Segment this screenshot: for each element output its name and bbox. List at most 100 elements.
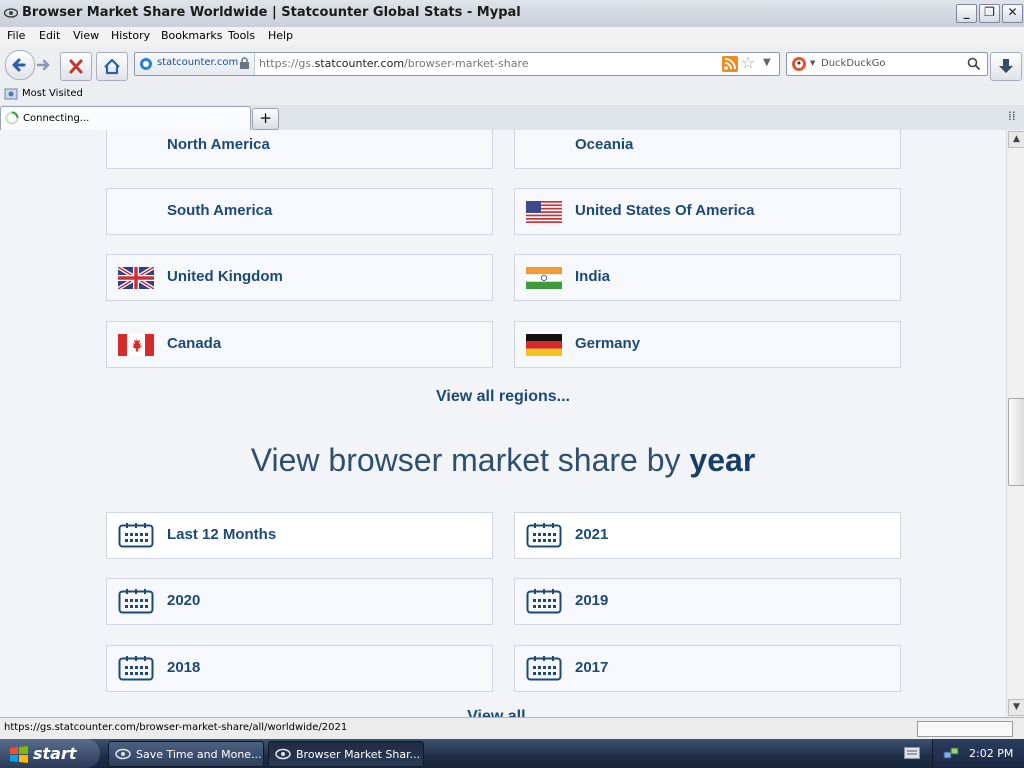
region-label: United Kingdom (167, 268, 283, 285)
calendar-icon (118, 656, 154, 681)
address-bar[interactable]: statcounter.com https://gs.statcounter.c… (134, 52, 780, 76)
back-arrow-icon (12, 58, 26, 72)
url-history-dropdown-icon[interactable]: ▼ (763, 57, 771, 68)
site-favicon-icon (140, 58, 152, 70)
downloads-button[interactable] (990, 52, 1022, 81)
region-card-canada[interactable]: Canada (106, 321, 493, 368)
keyboard-layout-icon[interactable] (904, 747, 920, 759)
rss-feed-icon[interactable] (722, 56, 738, 72)
system-tray: 2:02 PM (932, 739, 1024, 768)
year-label: 2018 (167, 659, 201, 676)
restore-button[interactable]: ❐ (979, 4, 1000, 23)
back-button[interactable] (5, 50, 35, 80)
tab-grid-icon[interactable]: ⁞⁞ (1008, 109, 1016, 123)
region-label: Germany (575, 335, 641, 352)
start-button[interactable]: start (0, 739, 100, 768)
region-card-north-america[interactable]: North America (106, 130, 493, 169)
menu-bookmarks[interactable]: Bookmarks (161, 29, 222, 42)
menu-file[interactable]: File (7, 29, 25, 42)
bookmarks-toolbar: Most Visited (0, 84, 1024, 105)
region-card-india[interactable]: India (514, 254, 901, 301)
status-bar: https://gs.statcounter.com/browser-marke… (0, 717, 1024, 740)
mypal-task-icon (115, 748, 131, 760)
region-label: United States Of America (575, 202, 755, 219)
menu-edit[interactable]: Edit (39, 29, 60, 42)
loading-spinner-icon (5, 111, 19, 125)
year-card-2017[interactable]: 2017 (514, 645, 901, 692)
network-icon[interactable] (943, 746, 959, 761)
url-text[interactable]: https://gs.statcounter.com/browser-marke… (259, 57, 529, 70)
status-link-url: https://gs.statcounter.com/browser-marke… (4, 722, 348, 733)
year-card-last-12-months[interactable]: Last 12 Months (106, 512, 493, 559)
year-label: 2017 (575, 659, 609, 676)
view-all-regions-link[interactable]: View all regions... (0, 388, 1006, 406)
stop-button[interactable] (60, 52, 92, 81)
minimize-button[interactable]: _ (956, 4, 977, 23)
new-tab-button[interactable]: + (252, 108, 279, 130)
year-card-2020[interactable]: 2020 (106, 578, 493, 625)
year-card-2019[interactable]: 2019 (514, 578, 901, 625)
forward-arrow-icon (36, 59, 50, 71)
bookmark-star-icon[interactable]: ☆ (741, 53, 755, 72)
menu-view[interactable]: View (73, 29, 99, 42)
scrollbar-thumb[interactable] (1008, 398, 1024, 486)
year-card-2021[interactable]: 2021 (514, 512, 901, 559)
start-label: start (33, 744, 77, 763)
window-title-bar: Browser Market Share Worldwide | Statcou… (0, 0, 1024, 28)
stop-x-icon (69, 59, 83, 74)
close-button[interactable]: ✕ (1002, 4, 1023, 23)
calendar-icon (526, 656, 562, 681)
tab-connecting[interactable]: Connecting... (0, 106, 251, 131)
calendar-icon (526, 523, 562, 548)
region-card-oceania[interactable]: Oceania (514, 130, 901, 169)
most-visited-folder-icon (4, 88, 18, 100)
search-bar[interactable]: ▼ DuckDuckGo (786, 52, 988, 76)
home-button[interactable] (96, 52, 128, 81)
region-card-united-kingdom[interactable]: United Kingdom (106, 254, 493, 301)
site-identity-button[interactable]: statcounter.com (135, 53, 255, 75)
calendar-icon (526, 589, 562, 614)
region-card-south-america[interactable]: South America (106, 188, 493, 235)
uk-flag-icon (118, 267, 154, 289)
menu-tools[interactable]: Tools (228, 29, 255, 42)
menu-help[interactable]: Help (268, 29, 293, 42)
india-flag-icon (526, 267, 562, 289)
taskbar-clock: 2:02 PM (969, 747, 1014, 760)
task-label: Browser Market Shar... (296, 748, 421, 761)
tab-strip: Connecting... + ⁞⁞ (0, 105, 1024, 131)
search-input[interactable]: DuckDuckGo (821, 58, 886, 69)
region-label: India (575, 268, 611, 285)
menu-history[interactable]: History (111, 29, 150, 42)
region-label: North America (167, 136, 270, 153)
region-card-usa[interactable]: United States Of America (514, 188, 901, 235)
mypal-app-icon (4, 8, 18, 18)
taskbar-item-browser-market-share[interactable]: Browser Market Shar... (268, 741, 424, 767)
menu-bar: File Edit View History Bookmarks Tools H… (0, 27, 1024, 46)
mypal-task-icon (275, 748, 291, 760)
canada-flag-icon (118, 334, 154, 356)
bookmark-most-visited[interactable]: Most Visited (22, 88, 83, 99)
year-label: 2019 (575, 592, 609, 609)
year-label: Last 12 Months (167, 526, 277, 543)
loading-progress-bar (917, 721, 1013, 737)
calendar-icon (118, 589, 154, 614)
tab-label: Connecting... (23, 113, 90, 124)
forward-button[interactable] (34, 55, 54, 75)
region-card-germany[interactable]: Germany (514, 321, 901, 368)
scroll-up-arrow-icon[interactable]: ▲ (1008, 131, 1024, 148)
view-all-years-link[interactable]: View all... (0, 708, 1006, 717)
duckduckgo-engine-icon[interactable] (791, 56, 807, 72)
lock-icon (240, 57, 249, 69)
year-label: 2020 (167, 592, 201, 609)
taskbar-item-save-time[interactable]: Save Time and Mone... (108, 741, 264, 767)
region-label: South America (167, 202, 273, 219)
windows-taskbar: start Save Time and Mone... Browser Mark… (0, 739, 1024, 768)
window-title: Browser Market Share Worldwide | Statcou… (22, 5, 521, 20)
search-magnifier-icon[interactable] (967, 57, 981, 71)
engine-dropdown-icon[interactable]: ▼ (810, 59, 815, 67)
germany-flag-icon (526, 334, 562, 356)
scroll-down-arrow-icon[interactable]: ▼ (1008, 699, 1024, 716)
year-card-2018[interactable]: 2018 (106, 645, 493, 692)
windows-logo-icon (10, 746, 28, 763)
vertical-scrollbar[interactable]: ▲ ▼ (1006, 130, 1024, 717)
